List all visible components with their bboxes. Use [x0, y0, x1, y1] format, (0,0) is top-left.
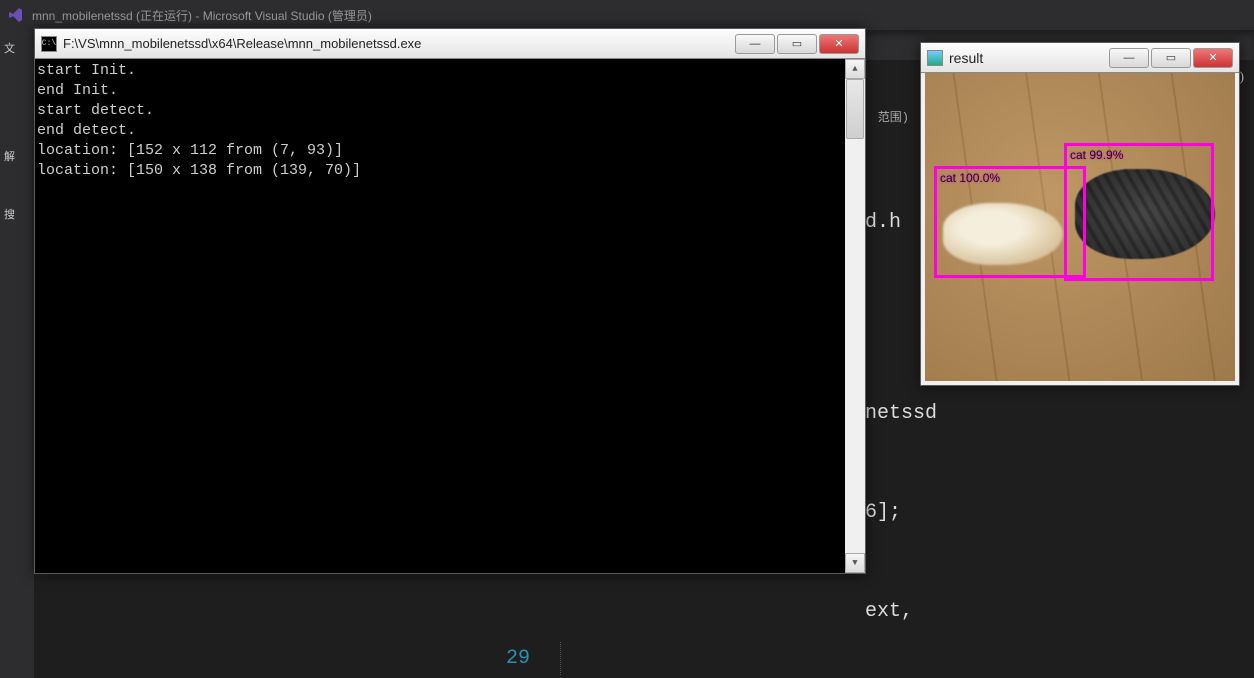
maximize-button[interactable]: ▭	[777, 34, 817, 54]
detection-label: cat 99.9%	[1070, 148, 1123, 162]
scroll-down-button[interactable]: ▼	[845, 553, 865, 573]
detection-box: cat 99.9%	[1064, 143, 1214, 281]
console-scrollbar[interactable]: ▲ ▼	[845, 59, 865, 573]
result-window[interactable]: result — ▭ ✕ cat 100.0% cat 99.9%	[920, 42, 1240, 386]
sidebar-label: 搜	[0, 200, 34, 228]
close-button[interactable]: ✕	[819, 34, 859, 54]
result-title: result	[949, 50, 1107, 66]
line-number: 29	[460, 642, 560, 675]
vs-left-sidebar: 文 解 搜	[0, 30, 34, 678]
scroll-thumb[interactable]	[846, 79, 864, 139]
console-titlebar[interactable]: C:\ F:\VS\mnn_mobilenetssd\x64\Release\m…	[35, 29, 865, 59]
toolbar-label: 范围)	[878, 108, 909, 125]
console-title: F:\VS\mnn_mobilenetssd\x64\Release\mnn_m…	[63, 36, 733, 51]
console-window[interactable]: C:\ F:\VS\mnn_mobilenetssd\x64\Release\m…	[34, 28, 866, 574]
sidebar-label: 文	[0, 34, 34, 62]
scroll-up-button[interactable]: ▲	[845, 59, 865, 79]
console-output[interactable]: start Init. end Init. start detect. end …	[35, 59, 865, 573]
vs-logo-icon	[8, 7, 24, 23]
minimize-button[interactable]: —	[1109, 48, 1149, 68]
vs-titlebar: mnn_mobilenetssd (正在运行) - Microsoft Visu…	[0, 0, 1254, 30]
opencv-icon	[927, 50, 943, 66]
vs-window-title: mnn_mobilenetssd (正在运行) - Microsoft Visu…	[32, 7, 372, 24]
sidebar-label: 解	[0, 142, 34, 170]
detection-label: cat 100.0%	[940, 171, 1000, 185]
maximize-button[interactable]: ▭	[1151, 48, 1191, 68]
result-titlebar[interactable]: result — ▭ ✕	[921, 43, 1239, 73]
result-image: cat 100.0% cat 99.9%	[925, 73, 1235, 381]
minimize-button[interactable]: —	[735, 34, 775, 54]
close-button[interactable]: ✕	[1193, 48, 1233, 68]
console-icon: C:\	[41, 36, 57, 52]
